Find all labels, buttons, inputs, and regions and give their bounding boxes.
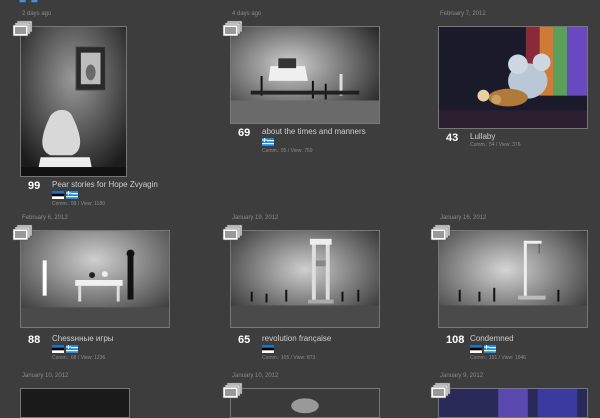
photo-thumbnail[interactable] — [20, 230, 170, 328]
photo-thumbnail[interactable] — [20, 388, 130, 418]
photo-stats: Comm.: 99 / View: 1189 — [52, 201, 105, 207]
photo-stats: Comm.: 54 / View: 376 — [470, 142, 521, 148]
photo-stack-icon — [430, 224, 451, 241]
photo-thumbnail[interactable] — [438, 230, 588, 328]
photo-stack-icon — [12, 20, 33, 37]
photo-thumbnail[interactable] — [230, 388, 380, 418]
date-label: January 9, 2012 — [440, 373, 484, 379]
date-label: February 7, 2012 — [440, 11, 486, 17]
comment-count: 88 — [28, 334, 41, 346]
photo-stats: Comm.: 95 / View: 759 — [262, 148, 313, 154]
comment-count: 65 — [238, 334, 251, 346]
estonia-flag-icon — [52, 345, 64, 353]
photo-title-link[interactable]: Condemned — [470, 334, 514, 343]
photo-title-link[interactable]: about the times and manners — [262, 127, 366, 136]
photo-stats: Comm.: 105 / View: 873 — [262, 355, 316, 361]
photo-stack-icon — [430, 382, 451, 399]
estonia-flag-icon — [262, 345, 274, 353]
photo-title-link[interactable]: revolution française — [262, 334, 331, 343]
date-label: January 10, 2012 — [232, 373, 279, 379]
photo-stats: Comm.: 68 / View: 1236 — [52, 355, 106, 361]
photo-thumbnail[interactable] — [230, 230, 380, 328]
comment-count: 99 — [28, 180, 41, 192]
estonia-flag-icon — [52, 191, 64, 199]
comment-count: 43 — [446, 132, 459, 144]
date-label: January 19, 2012 — [232, 215, 279, 221]
photo-thumbnail[interactable] — [230, 26, 380, 124]
photo-stack-icon — [12, 224, 33, 241]
greece-flag-icon — [66, 191, 78, 199]
date-label: January 16, 2012 — [440, 215, 487, 221]
photo-title-link[interactable]: Lullaby — [470, 132, 495, 141]
top-logo-mark: ▘▘ — [20, 0, 44, 10]
date-label: January 10, 2012 — [22, 373, 69, 379]
date-label: 4 days ago — [232, 11, 262, 17]
estonia-flag-icon — [470, 345, 482, 353]
photo-stack-icon — [222, 20, 243, 37]
greece-flag-icon — [262, 138, 274, 146]
greece-flag-icon — [484, 345, 496, 353]
photo-stats: Comm.: 151 / View: 1946 — [470, 355, 527, 361]
comment-count: 108 — [446, 334, 465, 346]
date-label: 2 days ago — [22, 11, 52, 17]
photo-thumbnail[interactable] — [438, 388, 588, 418]
photo-stack-icon — [222, 382, 243, 399]
date-label: February 6, 2012 — [22, 215, 68, 221]
photo-title-link[interactable]: Chessнные игры — [52, 334, 114, 343]
greece-flag-icon — [66, 345, 78, 353]
photo-stack-icon — [222, 224, 243, 241]
photo-thumbnail[interactable] — [20, 26, 127, 177]
photo-thumbnail[interactable] — [438, 26, 588, 129]
photo-title-link[interactable]: Pear stories for Hope Zvyagin — [52, 180, 158, 189]
comment-count: 69 — [238, 127, 251, 139]
